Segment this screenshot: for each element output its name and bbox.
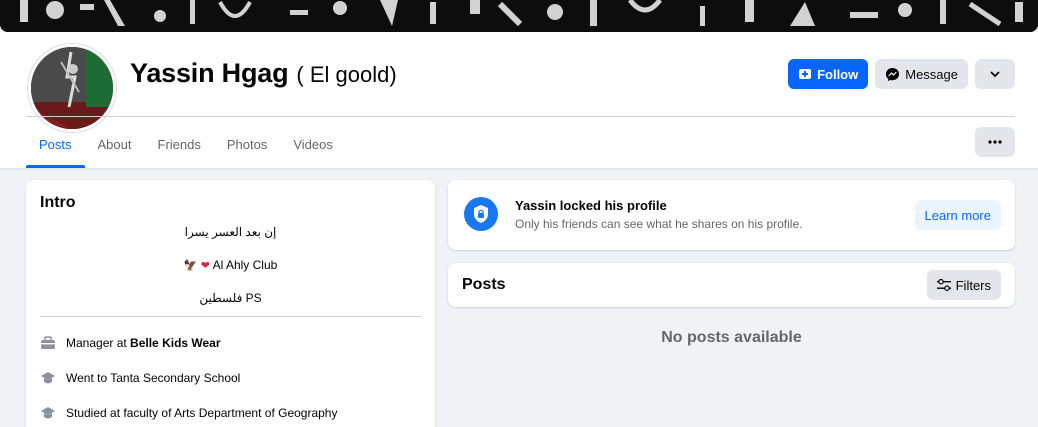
- follow-button[interactable]: Follow: [788, 59, 869, 89]
- detail-university-text: Studied at faculty of Arts Department of…: [66, 406, 338, 420]
- chevron-down-icon: [990, 71, 1000, 78]
- messenger-icon: [886, 67, 900, 81]
- posts-card: Posts Filters: [448, 263, 1015, 307]
- detail-school-text: Went to Tanta Secondary School: [66, 371, 241, 385]
- briefcase-icon: [41, 336, 55, 349]
- profile-header: Yassin Hgag ( El goold) Follow Message P…: [0, 32, 1038, 168]
- tab-videos[interactable]: Videos: [280, 120, 346, 168]
- intro-divider: [40, 316, 421, 317]
- tab-friends-label: Friends: [157, 136, 201, 152]
- shield-lock-icon: [464, 197, 498, 231]
- intro-title: Intro: [40, 194, 76, 211]
- graduation-cap-icon: [41, 372, 55, 384]
- filters-button[interactable]: Filters: [926, 270, 1001, 300]
- locked-title: Yassin locked his profile: [515, 198, 667, 213]
- tab-posts[interactable]: Posts: [26, 120, 85, 168]
- more-dots-icon: [988, 140, 1002, 144]
- intro-card: Intro إن بعد العسر يسرا 🦅 ❤ Al Ahly Club…: [26, 180, 435, 427]
- tab-about[interactable]: About: [85, 120, 145, 168]
- bio-line-country: فلسطين PS: [199, 291, 262, 305]
- detail-work-text: Manager at Belle Kids Wear: [66, 336, 221, 350]
- profile-name: Yassin Hgag: [130, 58, 289, 88]
- message-button[interactable]: Message: [875, 59, 968, 89]
- no-posts-message: No posts available: [661, 329, 802, 346]
- detail-university: Studied at faculty of Arts Department of…: [40, 405, 337, 421]
- tab-about-label: About: [97, 136, 132, 152]
- filters-label: Filters: [955, 277, 991, 293]
- profile-alternate-name: ( El goold): [296, 62, 397, 87]
- tab-photos-label: Photos: [226, 136, 268, 152]
- tab-videos-label: Videos: [293, 136, 333, 152]
- sliders-icon: [936, 279, 951, 291]
- bio-line-quote: إن بعد العسر يسرا: [184, 225, 277, 239]
- graduation-cap-icon: [41, 407, 55, 419]
- locked-subtitle: Only his friends can see what he shares …: [515, 217, 803, 231]
- bio-club-text: Al Ahly Club: [212, 258, 278, 272]
- profile-tabs: Posts About Friends Photos Videos: [26, 120, 346, 168]
- cover-art-graphic: [0, 0, 1038, 32]
- bio-line-club: 🦅 ❤ Al Ahly Club: [26, 258, 435, 272]
- profile-name-row: Yassin Hgag ( El goold): [130, 58, 397, 89]
- more-profile-options-button[interactable]: [975, 59, 1015, 89]
- locked-profile-card: Yassin locked his profile Only his frien…: [448, 180, 1015, 250]
- learn-more-button[interactable]: Learn more: [914, 200, 1001, 230]
- posts-title: Posts: [462, 276, 506, 293]
- profile-avatar[interactable]: [28, 44, 116, 132]
- detail-work-employer: Belle Kids Wear: [130, 336, 221, 350]
- tabs-more-button[interactable]: [975, 127, 1015, 157]
- tab-friends[interactable]: Friends: [145, 120, 214, 168]
- tab-posts-label: Posts: [39, 136, 72, 152]
- follow-button-label: Follow: [817, 66, 859, 82]
- eagle-icon: 🦅: [183, 260, 198, 272]
- detail-work-prefix: Manager at: [66, 336, 131, 350]
- tab-photos[interactable]: Photos: [214, 120, 280, 168]
- heart-icon: ❤: [200, 260, 210, 272]
- follow-icon: [799, 69, 812, 79]
- message-button-label: Message: [905, 66, 958, 82]
- profile-actions: Follow Message: [788, 59, 1015, 89]
- header-divider: [26, 116, 1015, 117]
- detail-work: Manager at Belle Kids Wear: [40, 335, 221, 351]
- cover-photo[interactable]: [0, 0, 1038, 32]
- detail-school: Went to Tanta Secondary School: [40, 370, 240, 386]
